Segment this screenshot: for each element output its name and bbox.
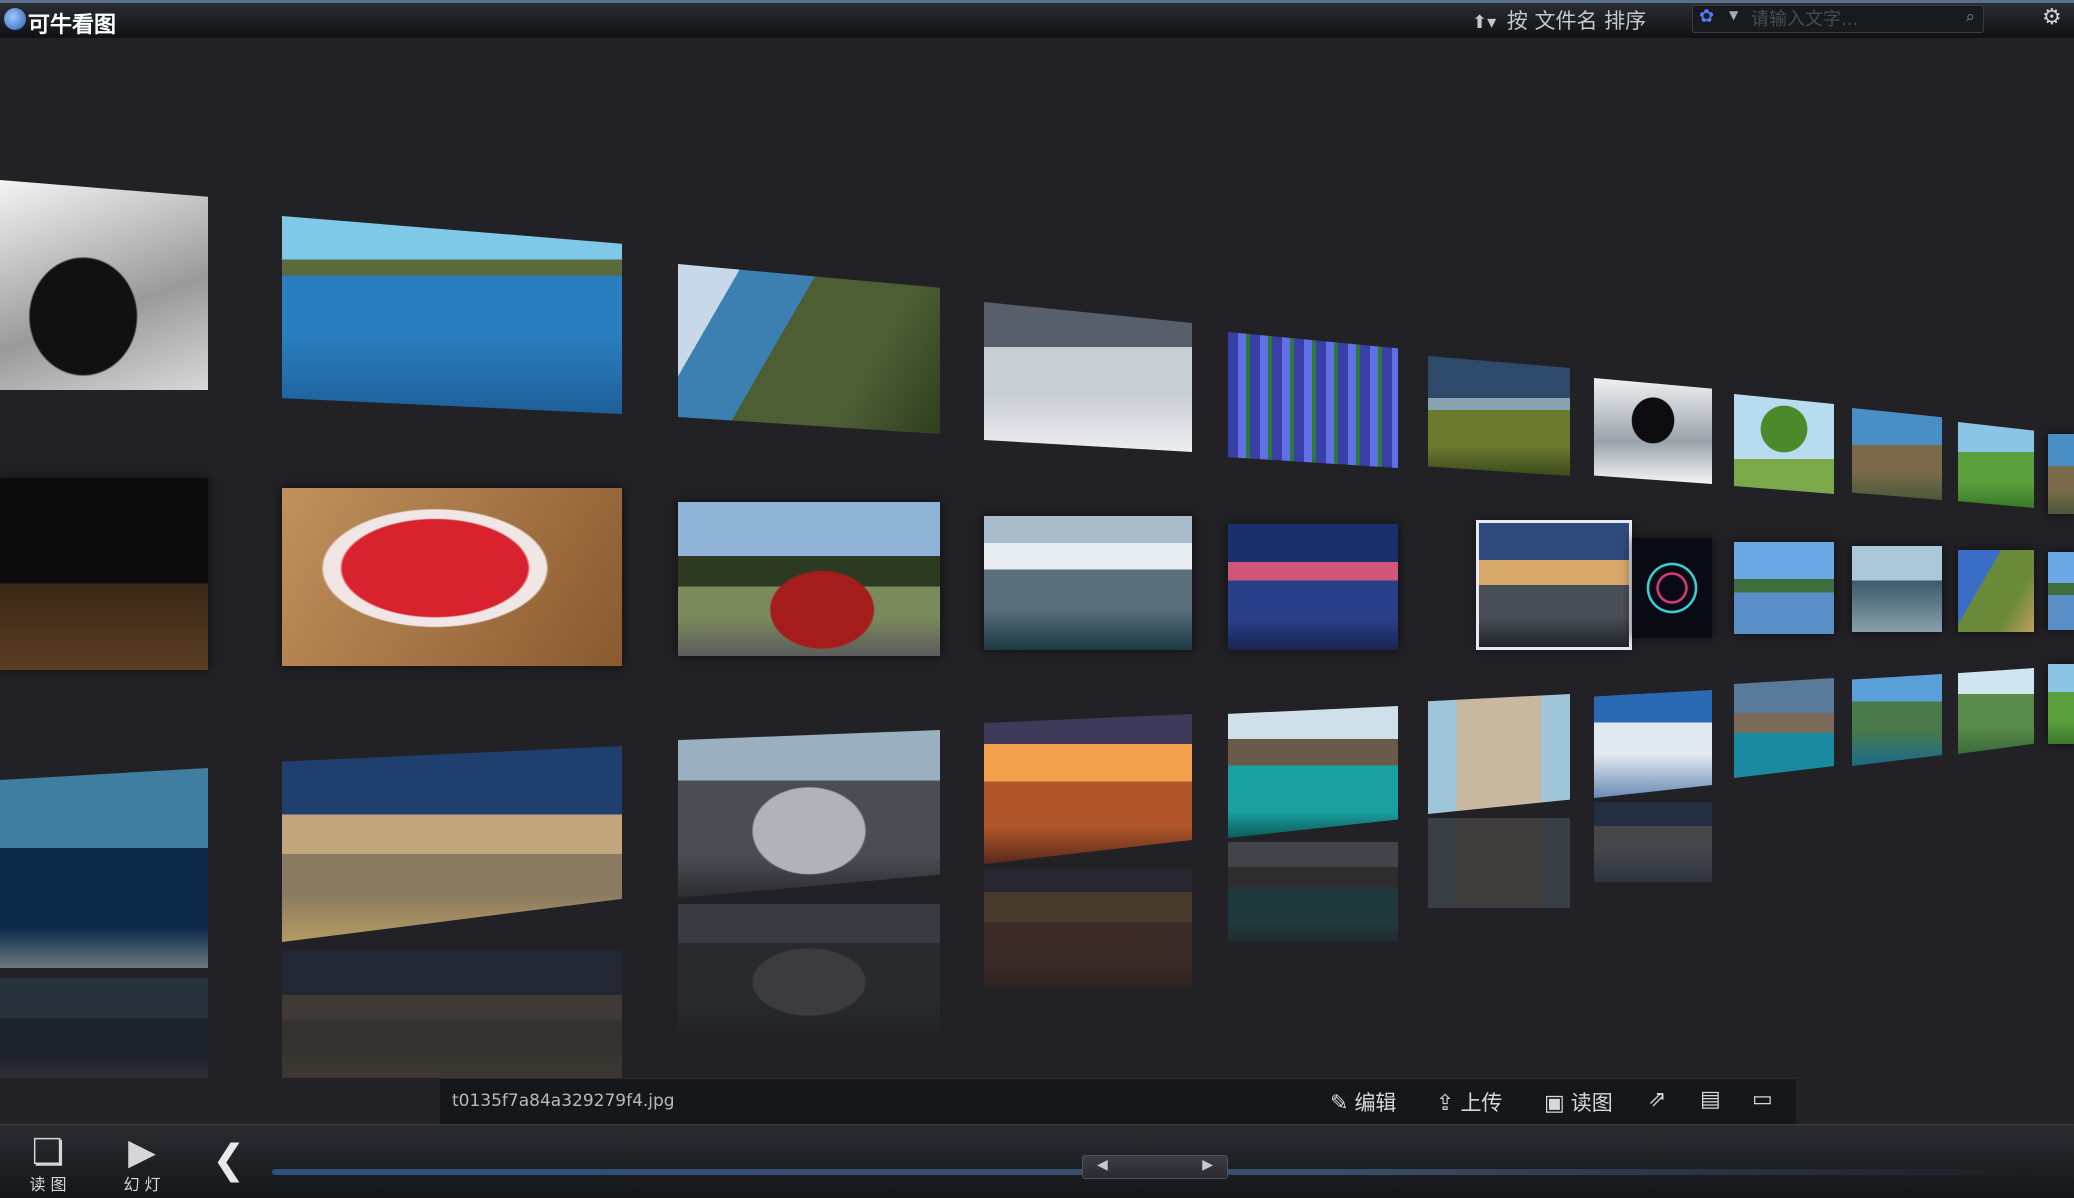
settings-gear-icon[interactable]: ⚙ — [2042, 5, 2062, 30]
thumbnail-reflection — [282, 950, 622, 1078]
sort-label: 按 文件名 排序 — [1506, 9, 1647, 33]
image-info-bar: t0135f7a84a329279f4.jpg ✎ 编辑 ⇪ 上传 ▣ 读图 ⇗ ▤ … — [440, 1078, 1796, 1125]
thumbnail[interactable] — [1958, 668, 2034, 754]
previous-arrow-icon[interactable]: ❮ — [212, 1137, 246, 1183]
thumbnail[interactable] — [1734, 678, 1834, 778]
upload-button[interactable]: ⇪ 上传 — [1436, 1087, 1502, 1117]
save-disk-icon: ▤ — [1700, 1087, 1721, 1112]
search-input[interactable] — [1749, 7, 1953, 31]
search-icon[interactable]: ⌕ — [1965, 7, 1975, 27]
chevron-down-icon[interactable]: ▼ — [1729, 8, 1738, 22]
edit-label: 编辑 — [1354, 1091, 1397, 1115]
thumbnail[interactable] — [282, 216, 622, 414]
thumbnail[interactable] — [1632, 538, 1712, 638]
read-image-icon: ▣ — [1544, 1091, 1565, 1116]
thumbnail[interactable] — [1734, 542, 1834, 634]
thumbnail[interactable] — [1852, 674, 1942, 766]
thumbnail[interactable] — [984, 302, 1192, 452]
sort-arrow-icon: ⬆▾ — [1472, 12, 1497, 33]
open-external-button[interactable]: ⇗ — [1648, 1087, 1672, 1112]
set-wallpaper-button[interactable]: ▭ — [1752, 1087, 1779, 1112]
thumbnail[interactable] — [1852, 546, 1942, 632]
search-box: ✿ ▼ ⌕ — [1692, 5, 1984, 33]
thumbnail[interactable] — [0, 180, 208, 390]
thumbnail-reflection — [1428, 818, 1570, 908]
sort-button[interactable]: ⬆▾ 按 文件名 排序 — [1472, 5, 1646, 35]
thumbnail[interactable] — [984, 516, 1192, 650]
thumbnail[interactable] — [0, 768, 208, 968]
thumbnail[interactable] — [1734, 394, 1834, 494]
slideshow-label: 幻 灯 — [123, 1175, 161, 1194]
thumbnail[interactable] — [1228, 706, 1398, 838]
read-image-label: 读图 — [1570, 1091, 1613, 1115]
thumbnail[interactable] — [1594, 378, 1712, 484]
read-mode-icon: ❏ — [31, 1132, 65, 1173]
save-button[interactable]: ▤ — [1700, 1087, 1727, 1112]
thumbnail[interactable] — [2048, 664, 2074, 744]
thumbnail-reflection — [1228, 842, 1398, 942]
upload-label: 上传 — [1460, 1091, 1503, 1115]
play-icon: ▶ — [128, 1132, 156, 1173]
external-link-icon: ⇗ — [1648, 1087, 1667, 1112]
baidu-paw-icon[interactable]: ✿ — [1699, 6, 1714, 27]
thumbnail-reflection — [678, 904, 940, 1034]
app-title: 可牛看图 — [28, 13, 117, 38]
thumbnail[interactable] — [1958, 550, 2034, 632]
thumbnail[interactable] — [1228, 524, 1398, 650]
thumbnail[interactable] — [282, 746, 622, 942]
thumbnail[interactable] — [1228, 332, 1398, 468]
edit-button[interactable]: ✎ 编辑 — [1330, 1087, 1396, 1117]
bottom-toolbar: ❏ 读 图 ▶ 幻 灯 ❮ ◀ ▶ — [0, 1124, 2074, 1198]
scroll-right-arrow-icon[interactable]: ▶ — [1202, 1157, 1213, 1173]
monitor-icon: ▭ — [1752, 1087, 1773, 1112]
thumbnail[interactable] — [678, 264, 940, 434]
thumbnail[interactable] — [0, 478, 208, 670]
thumbnail[interactable] — [678, 502, 940, 656]
read-mode-label: 读 图 — [29, 1175, 67, 1194]
thumbnail[interactable] — [1852, 408, 1942, 500]
scroll-thumb[interactable]: ◀ ▶ — [1082, 1155, 1228, 1179]
thumbnail-reflection — [1594, 802, 1712, 882]
thumbnail[interactable] — [282, 488, 622, 666]
thumbnail[interactable] — [2048, 434, 2074, 514]
thumbnail[interactable] — [2048, 552, 2074, 630]
app-logo-icon — [4, 8, 26, 30]
thumbnail-selected[interactable] — [1476, 520, 1632, 650]
thumbnail[interactable] — [1958, 422, 2034, 508]
thumbnail-reflection — [0, 978, 208, 1078]
scroll-left-arrow-icon[interactable]: ◀ — [1097, 1157, 1108, 1173]
slideshow-button[interactable]: ▶ 幻 灯 — [112, 1133, 172, 1195]
read-mode-button[interactable]: ❏ 读 图 — [18, 1133, 78, 1195]
thumbnail[interactable] — [1428, 356, 1570, 476]
thumbnail[interactable] — [984, 714, 1192, 864]
thumbnail[interactable] — [678, 730, 940, 898]
read-image-button[interactable]: ▣ 读图 — [1544, 1087, 1613, 1117]
edit-pencil-icon: ✎ — [1330, 1091, 1349, 1116]
title-bar: 可牛看图 ⬆▾ 按 文件名 排序 ✿ ▼ ⌕ ⚙ — [0, 0, 2074, 38]
thumbnail[interactable] — [1594, 690, 1712, 798]
file-name: t0135f7a84a329279f4.jpg — [452, 1091, 675, 1111]
upload-icon: ⇪ — [1436, 1091, 1455, 1116]
thumbnail-reflection — [984, 868, 1192, 988]
photo-wall — [0, 38, 2074, 1078]
thumbnail[interactable] — [1428, 694, 1570, 814]
